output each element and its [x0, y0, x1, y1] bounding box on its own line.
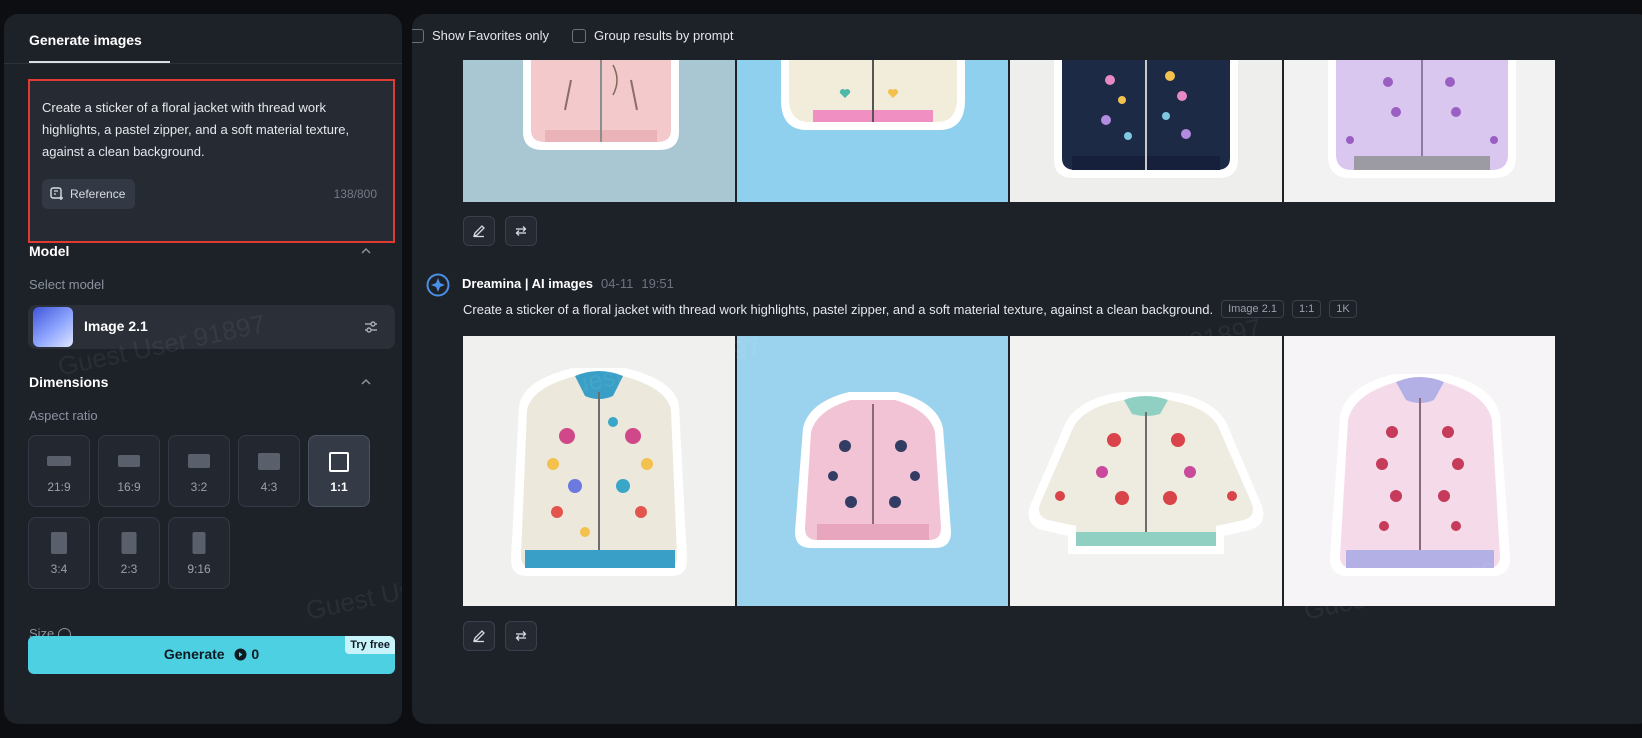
character-counter: 138/800 [333, 187, 377, 201]
coin-icon [234, 648, 247, 661]
model-selector[interactable]: Image 2.1 [28, 305, 395, 349]
result-prompt-row: Create a sticker of a floral jacket with… [463, 300, 1357, 318]
ratio-shape [118, 455, 140, 467]
pencil-icon [472, 225, 485, 238]
chevron-up-icon[interactable] [360, 377, 372, 387]
sidebar-panel: Generate images Create a sticker of a fl… [4, 14, 402, 724]
result-image[interactable] [1283, 60, 1555, 202]
try-free-badge: Try free [345, 636, 395, 654]
model-name: Image 2.1 [84, 318, 148, 334]
favorites-label: Show Favorites only [432, 28, 550, 43]
dreamina-logo-icon [426, 273, 450, 297]
group-checkbox[interactable] [572, 28, 586, 43]
ratio-shape [51, 532, 67, 554]
result-prompt[interactable]: Create a sticker of a floral jacket with… [463, 302, 1213, 317]
result-date: 04-11 [601, 276, 634, 291]
group-filter[interactable]: Group results by prompt [572, 28, 733, 43]
jacket-sticker-image [1327, 60, 1516, 178]
result-image[interactable] [463, 60, 735, 202]
edit-button[interactable] [463, 216, 495, 246]
ratio-21-9[interactable]: 21:9 [28, 435, 90, 507]
regenerate-button[interactable] [505, 216, 537, 246]
jacket-sticker-image [794, 392, 951, 548]
jacket-sticker-image [1329, 374, 1510, 576]
ratio-shape [47, 456, 71, 466]
tag-model: Image 2.1 [1221, 300, 1284, 318]
tab-generate-images[interactable]: Generate images [29, 32, 142, 48]
tag-resolution: 1K [1329, 300, 1357, 318]
reference-add-icon [50, 187, 63, 200]
jacket-sticker-image [780, 60, 965, 130]
select-model-label: Select model [29, 277, 105, 292]
ratio-9-16[interactable]: 9:16 [168, 517, 230, 589]
result-image[interactable] [736, 60, 1008, 202]
sliders-icon[interactable] [363, 319, 379, 335]
favorites-checkbox[interactable] [412, 28, 424, 43]
ratio-1-1[interactable]: 1:1 [308, 435, 370, 507]
pencil-icon [472, 630, 485, 643]
tag-ratio: 1:1 [1292, 300, 1322, 318]
ratio-label: 16:9 [117, 480, 141, 494]
results-panel: Show Favorites only Group results by pro… [412, 14, 1642, 724]
jacket-sticker-image [1054, 60, 1238, 178]
ratio-label: 4:3 [260, 480, 278, 494]
jacket-sticker-image [1028, 392, 1264, 554]
result-image[interactable] [1283, 336, 1555, 606]
result-image-row [463, 336, 1555, 606]
chevron-up-icon[interactable] [360, 246, 372, 256]
reference-label: Reference [70, 187, 126, 201]
result-image[interactable] [1010, 60, 1282, 202]
ratio-label: 1:1 [330, 480, 348, 494]
ratio-3-4[interactable]: 3:4 [28, 517, 90, 589]
model-section-title: Model [29, 243, 70, 259]
aspect-ratio-label: Aspect ratio [29, 408, 98, 423]
ratio-label: 3:4 [50, 562, 68, 576]
jacket-sticker-image [511, 368, 687, 576]
ratio-label: 9:16 [187, 562, 211, 576]
prompt-text[interactable]: Create a sticker of a floral jacket with… [42, 97, 352, 163]
result-meta: Dreamina | AI images 04-11 19:51 [462, 276, 674, 291]
regenerate-icon [515, 226, 527, 236]
result-image[interactable] [1010, 336, 1282, 606]
edit-button[interactable] [463, 621, 495, 651]
result-author: Dreamina | AI images [462, 276, 594, 291]
ratio-2-3[interactable]: 2:3 [98, 517, 160, 589]
jacket-sticker-image [523, 60, 679, 150]
result-time: 19:51 [641, 276, 674, 291]
regenerate-button[interactable] [505, 621, 537, 651]
ratio-shape [188, 454, 210, 468]
ratio-label: 3:2 [190, 480, 208, 494]
result-image-row-top [463, 60, 1555, 202]
model-thumbnail [33, 307, 73, 347]
generate-cost: 0 [251, 646, 260, 662]
ratio-label: 21:9 [47, 480, 71, 494]
ratio-label: 2:3 [120, 562, 138, 576]
dimensions-section-title: Dimensions [29, 374, 109, 390]
ratio-shape [258, 453, 280, 470]
generate-button[interactable]: Generate 0 Try free [28, 636, 395, 674]
reference-button[interactable]: Reference [42, 179, 136, 209]
regenerate-icon [515, 631, 527, 641]
result-image[interactable] [736, 336, 1008, 606]
ratio-16-9[interactable]: 16:9 [98, 435, 160, 507]
generate-text: Generate [163, 646, 225, 662]
ratio-3-2[interactable]: 3:2 [168, 435, 230, 507]
ratio-shape [192, 532, 206, 554]
prompt-textarea[interactable]: Create a sticker of a floral jacket with… [28, 79, 395, 243]
ratio-shape [121, 532, 137, 554]
ratio-shape [329, 452, 349, 472]
tab-divider [4, 63, 402, 64]
group-label: Group results by prompt [594, 28, 734, 43]
favorites-filter[interactable]: Show Favorites only [412, 28, 549, 43]
result-image[interactable] [463, 336, 735, 606]
generate-label: Generate 0 [28, 646, 395, 662]
watermark: Guest User 91897 [303, 552, 402, 626]
ratio-4-3[interactable]: 4:3 [238, 435, 300, 507]
